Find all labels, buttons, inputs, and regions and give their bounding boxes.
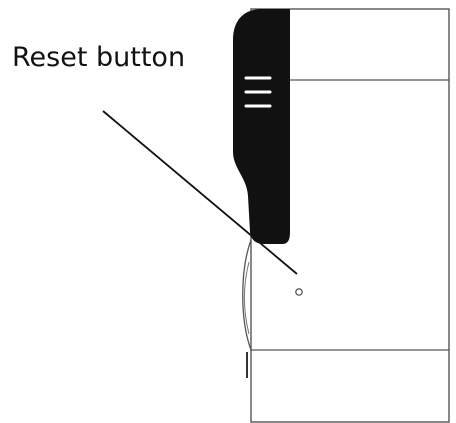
reset-button-label: Reset button <box>12 42 186 73</box>
black-strap-casing <box>233 9 290 244</box>
reset-button-hole-icon <box>295 288 303 296</box>
